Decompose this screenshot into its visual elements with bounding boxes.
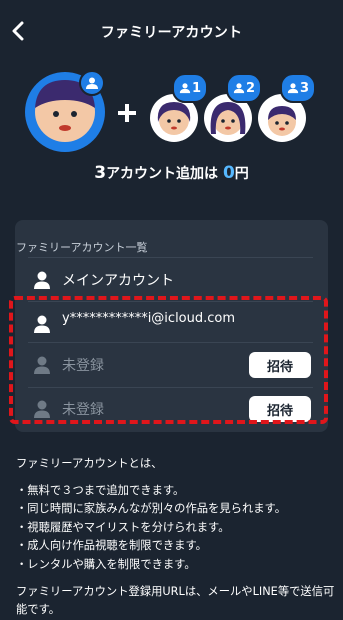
info-bullet: ・成人向け作品視聴を制限できます。	[16, 539, 207, 553]
person-icon	[287, 83, 299, 94]
promo-price-unit: 円	[234, 166, 249, 182]
promo-label: アカウント追加は	[106, 166, 219, 182]
page-title: ファミリーアカウント	[100, 25, 243, 41]
person-icon	[179, 83, 191, 94]
person-icon	[34, 271, 50, 289]
info-bullet: ・同じ時間に家族みんなが別々の作品を見られます。	[16, 502, 286, 516]
info-section: ファミリーアカウントとは、 ・無料で３つまで追加できます。 ・同じ時間に家族みん…	[16, 455, 336, 620]
info-bullet: ・視聴履歴やマイリストを分けられます。	[16, 520, 230, 534]
family-badge-3: 3	[280, 73, 316, 103]
highlight-frame	[9, 296, 328, 424]
person-icon	[233, 83, 245, 94]
plus-icon	[116, 102, 138, 124]
promo-count: 3	[94, 163, 107, 183]
card-title: ファミリーアカウント一覧	[16, 241, 148, 254]
promo-text: 3アカウント追加は 0円	[0, 163, 343, 183]
family-badge-2: 2	[226, 73, 262, 103]
info-heading: ファミリーアカウントとは、	[16, 457, 163, 470]
person-icon	[86, 77, 98, 89]
main-avatar-badge	[79, 70, 105, 96]
account-label: メインアカウント	[62, 273, 174, 289]
family-badge-1: 1	[172, 73, 208, 103]
info-bullet: ・無料で３つまで追加できます。	[16, 483, 185, 497]
header: ファミリーアカウント	[0, 0, 343, 62]
info-bullet: ・レンタルや購入を制限できます。	[16, 557, 196, 571]
promo-price: 0	[222, 163, 235, 183]
info-footer: ファミリーアカウント登録用URLは、メールやLINE等で送信可能です。	[16, 584, 335, 617]
